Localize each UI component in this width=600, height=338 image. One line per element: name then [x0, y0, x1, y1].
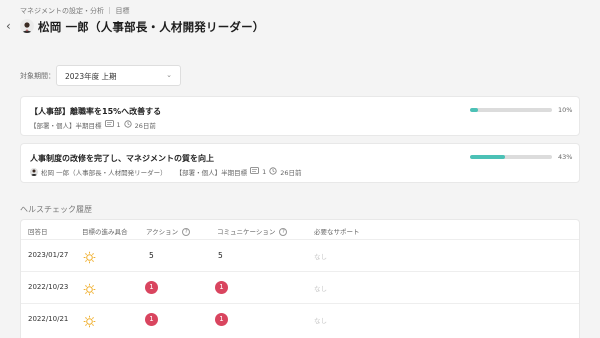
goal-updated: 26日前	[134, 122, 156, 130]
page-title: 松岡 一郎（人事部長・人材開発リーダー）	[38, 20, 265, 34]
sun-icon	[83, 281, 96, 296]
column-header-status: 目標の進み具合	[82, 228, 128, 236]
support-value: なし	[314, 285, 327, 293]
goal-owner: 松岡 一郎（人事部長・人材開発リーダー）	[41, 169, 167, 177]
alert-badge: 1	[215, 313, 228, 326]
chevron-down-icon: ⌄	[166, 71, 172, 79]
alert-badge: 1	[145, 281, 158, 294]
history-icon	[124, 120, 132, 130]
table-row[interactable]: 2023/01/27 5 5 なし	[21, 239, 579, 271]
sun-icon	[83, 249, 96, 264]
sun-icon	[83, 313, 96, 328]
help-icon[interactable]: ?	[182, 228, 191, 236]
action-score: 5	[149, 251, 154, 260]
support-value: なし	[314, 253, 327, 261]
goal-category: 【部署・個人】半期目標	[30, 122, 102, 130]
period-select[interactable]: 2023年度 上期 ⌄	[56, 65, 181, 86]
period-label: 対象期間：	[20, 72, 55, 80]
period-select-value: 2023年度 上期	[65, 72, 117, 81]
scrollbar[interactable]	[594, 0, 599, 338]
goal-progress-bar	[470, 155, 552, 159]
table-row[interactable]: 2022/10/21 1 1 なし	[21, 303, 579, 335]
row-date: 2023/01/27	[28, 251, 69, 259]
communication-score: 5	[218, 251, 223, 260]
breadcrumb[interactable]: マネジメントの設定・分析 ｜ 目標	[20, 6, 129, 16]
section-title: ヘルスチェック履歴	[20, 205, 92, 214]
health-table: 回答日 目標の進み具合 アクション? コミュニケーション? 必要なサポート 20…	[20, 219, 580, 338]
goal-meta: 【部署・個人】半期目標 1 26日前	[30, 120, 159, 130]
goal-progress-fill	[470, 155, 506, 159]
goal-progress-label: 10%	[558, 106, 573, 114]
column-header-date: 回答日	[28, 228, 48, 236]
comment-count: 1	[262, 168, 267, 176]
row-date: 2022/10/21	[28, 315, 69, 323]
column-header-support: 必要なサポート	[314, 228, 360, 236]
comment-icon	[104, 120, 114, 130]
goal-progress-bar	[470, 108, 552, 112]
comment-icon	[250, 167, 259, 177]
goal-card[interactable]: 人事制度の改修を完了し、マネジメントの質を向上 松岡 一郎（人事部長・人材開発リ…	[20, 143, 580, 183]
comment-count: 1	[116, 121, 121, 129]
table-row[interactable]: 2022/10/23 1 1 なし	[21, 271, 579, 303]
help-icon[interactable]: ?	[279, 228, 288, 236]
goal-title[interactable]: 【人事部】離職率を15%へ改善する	[30, 106, 161, 117]
alert-badge: 1	[215, 281, 228, 294]
goal-category: 【部署・個人】半期目標	[175, 169, 248, 177]
goal-updated: 26日前	[280, 169, 302, 177]
column-header-action: アクション?	[146, 226, 191, 236]
column-header-communication: コミュニケーション?	[217, 226, 288, 236]
goal-progress-label: 43%	[558, 153, 573, 161]
goal-progress-fill	[470, 108, 479, 112]
alert-badge: 1	[145, 313, 158, 326]
goal-meta: 松岡 一郎（人事部長・人材開発リーダー） 【部署・個人】半期目標 1 26日前	[30, 167, 305, 177]
history-icon	[269, 167, 277, 177]
goal-card[interactable]: 【人事部】離職率を15%へ改善する 【部署・個人】半期目標 1 26日前 10%	[20, 96, 580, 136]
back-chevron-icon[interactable]: ‹	[6, 20, 11, 32]
row-date: 2022/10/23	[28, 283, 69, 291]
goal-title[interactable]: 人事制度の改修を完了し、マネジメントの質を向上	[30, 153, 214, 164]
support-value: なし	[314, 317, 327, 325]
avatar	[20, 19, 34, 33]
owner-avatar	[30, 168, 38, 176]
